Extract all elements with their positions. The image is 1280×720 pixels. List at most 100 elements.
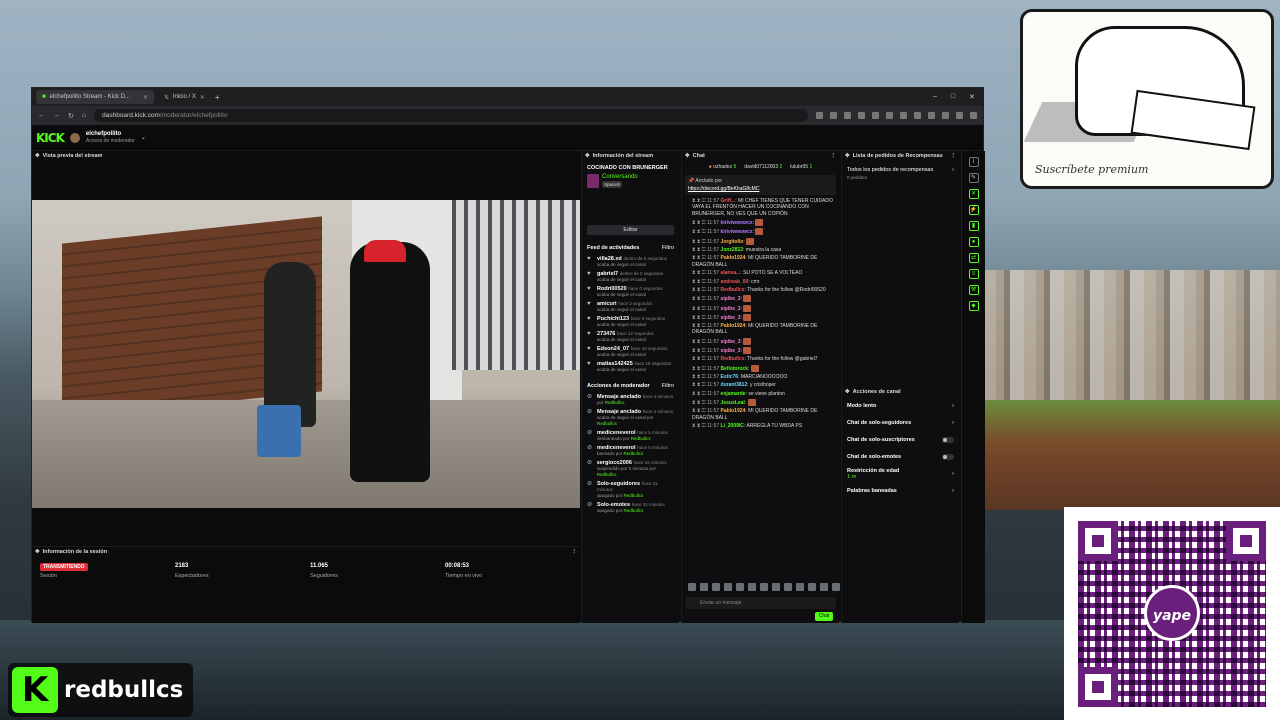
extension-icon[interactable] bbox=[886, 112, 893, 119]
tool-icon[interactable]: ≡ bbox=[968, 269, 979, 279]
channel-action-item[interactable]: Chat de solo-emotes bbox=[842, 448, 959, 465]
list-item[interactable]: ♥ matias142425 hace 16 segundos acaba de s… bbox=[587, 361, 674, 373]
chat-message[interactable]: ⧗ ⧗ ◫ 11:57 sipibe_3: bbox=[682, 337, 839, 346]
list-item[interactable]: ♥ gabriel7 dentro de 2 segundos acaba de s… bbox=[587, 271, 674, 283]
more-icon[interactable]: ⋮ bbox=[831, 153, 837, 159]
channel-action-item[interactable]: Restricción de edad 1 m › bbox=[842, 465, 959, 482]
chat-message[interactable]: ⧗ ⧗ ◫ 11:57 sipibe_3: bbox=[682, 304, 839, 313]
list-item[interactable]: ⊘ sergioco2006 hace 15 minutos suspendido … bbox=[587, 460, 674, 478]
kick-logo[interactable]: KICK bbox=[36, 131, 65, 145]
emote-icon[interactable] bbox=[700, 583, 708, 591]
message-username[interactable]: sipibe_3 bbox=[721, 315, 741, 321]
message-username[interactable]: kiriviwwowcx bbox=[721, 229, 753, 235]
chat-message[interactable]: ⧗ ⧗ ◫ 11:57 alansa...: SU POTO SE A VOLT… bbox=[682, 269, 839, 277]
mod-tools-icon[interactable]: ⧗ ⧗ ◫ bbox=[692, 423, 707, 429]
mod-tools-icon[interactable]: ⧗ ⧗ ◫ bbox=[692, 279, 707, 285]
send-chat-button[interactable]: Chat bbox=[815, 612, 833, 621]
edit-button[interactable]: Editar bbox=[587, 225, 674, 235]
message-username[interactable]: Jorgitollo bbox=[721, 239, 744, 245]
filter-button[interactable]: Filtro bbox=[662, 245, 674, 251]
mod-tools-icon[interactable]: ⧗ ⧗ ◫ bbox=[692, 408, 707, 414]
home-icon[interactable]: ⌂ bbox=[82, 112, 86, 119]
extension-icon[interactable] bbox=[900, 112, 907, 119]
mod-tools-icon[interactable]: ⧗ ⧗ ◫ bbox=[692, 247, 707, 253]
chat-message[interactable]: ⧗ ⧗ ◫ 11:57 sipibe_3: bbox=[682, 346, 839, 355]
pencil-icon[interactable]: ✎ bbox=[968, 173, 979, 183]
list-item[interactable]: ⊘ Mensaje anclado hace 4 minutos acaba de … bbox=[587, 409, 674, 427]
list-item[interactable]: ♥ Edson24_07 hace 16 segundos acaba de seg… bbox=[587, 346, 674, 358]
extension-icon[interactable] bbox=[970, 112, 977, 119]
emote-icon[interactable] bbox=[724, 583, 732, 591]
wrench-icon[interactable]: ⚒ bbox=[968, 285, 979, 295]
chat-message[interactable]: ⧗ ⧗ ◫ 11:57 eojamarde: se viene planton bbox=[682, 390, 839, 398]
mod-tools-icon[interactable]: ⧗ ⧗ ◫ bbox=[692, 339, 707, 345]
chat-message[interactable]: ⧗ ⧗ ◫ 11:57 sipibe_3: bbox=[682, 294, 839, 303]
tool-icon[interactable]: ✕ bbox=[968, 189, 979, 199]
chat-message[interactable]: ⧗ ⧗ ◫ 11:57 Li_2009IC: ARREGLA TU WBDA P… bbox=[682, 422, 839, 430]
new-tab-button[interactable]: + bbox=[215, 93, 220, 102]
emote-icon[interactable] bbox=[760, 583, 768, 591]
mod-tools-icon[interactable]: ⧗ ⧗ ◫ bbox=[692, 287, 707, 293]
url-field[interactable]: dashboard.kick.com/moderator/elchefpolli… bbox=[94, 109, 808, 122]
chat-message[interactable]: ⧗ ⧗ ◫ 11:57 Jonz2812: muestra la casa bbox=[682, 246, 839, 254]
channel-action-item[interactable]: Modo lento › bbox=[842, 397, 959, 414]
extension-icon[interactable] bbox=[942, 112, 949, 119]
emote-icon[interactable] bbox=[784, 583, 792, 591]
pinned-link[interactable]: https://discord.gg/BeKhaG8cMC bbox=[688, 186, 833, 192]
tool-icon[interactable]: ⇄ bbox=[968, 253, 979, 263]
list-item[interactable]: ⊘ mediceneverol hace 5 minutos baneado por… bbox=[587, 445, 674, 457]
tool-icon[interactable]: ⚡ bbox=[968, 205, 979, 215]
chat-message[interactable]: ⧗ ⧗ ◫ 11:57 Pablo1924: MI QUERIDO TAMBOR… bbox=[682, 407, 839, 422]
mod-tools-icon[interactable]: ⧗ ⧗ ◫ bbox=[692, 400, 707, 406]
extension-icon[interactable] bbox=[956, 112, 963, 119]
mod-tools-icon[interactable]: ⧗ ⧗ ◫ bbox=[692, 382, 707, 388]
message-username[interactable]: sipibe_3 bbox=[721, 305, 741, 311]
list-item[interactable]: ♥ Rodri00520 hace 0 segundos acaba de segu… bbox=[587, 286, 674, 298]
chat-message[interactable]: ⧗ ⧗ ◫ 11:57 Pablo1924: MI QUERIDO TAMBOR… bbox=[682, 254, 839, 269]
mod-tools-icon[interactable]: ⧗ ⧗ ◫ bbox=[692, 348, 707, 354]
message-username[interactable]: durant3812 bbox=[721, 382, 748, 388]
message-username[interactable]: Jonz2812 bbox=[721, 247, 744, 253]
toggle-switch[interactable] bbox=[942, 453, 954, 460]
filter-button[interactable]: Filtro bbox=[662, 383, 674, 389]
list-item[interactable]: ♥ amicuri hace 2 segundos acaba de seguir … bbox=[587, 301, 674, 313]
channel-action-item[interactable]: Chat de solo-seguidores › bbox=[842, 414, 959, 431]
drag-icon[interactable]: ✥ bbox=[845, 153, 850, 159]
extension-icon[interactable] bbox=[830, 112, 837, 119]
channel-action-item[interactable]: Chat de solo-suscriptores bbox=[842, 431, 959, 448]
chat-message[interactable]: ⧗ ⧗ ◫ 11:57 sipibe_3: bbox=[682, 313, 839, 322]
chat-message[interactable]: ⧗ ⧗ ◫ 11:57 Redbullcs: Thanks for the fo… bbox=[682, 286, 839, 294]
chat-message[interactable]: ⧗ ⧗ ◫ 11:57 Redbullcs: Thanks for the fo… bbox=[682, 355, 839, 363]
mod-tools-icon[interactable]: ⧗ ⧗ ◫ bbox=[692, 356, 707, 362]
list-item[interactable]: ⊘ Solo-emotes hace 31 minutos apagado por … bbox=[587, 502, 674, 514]
chat-message[interactable]: ⧗ ⧗ ◫ 11:57 kiriviwwowcx: bbox=[682, 227, 839, 236]
chat-message[interactable]: ⧗ ⧗ ◫ 11:57 andreab_00: cmr bbox=[682, 278, 839, 286]
emote-icon[interactable] bbox=[736, 583, 744, 591]
list-item[interactable]: ♥ villa28.xd dentro de 5 segundos acaba de… bbox=[587, 256, 674, 268]
chat-message[interactable]: ⧗ ⧗ ◫ 11:57 Griff...: MI CHEF TIENES QUE… bbox=[682, 197, 839, 218]
drag-icon[interactable]: ✥ bbox=[35, 549, 40, 555]
emote-icon[interactable] bbox=[688, 583, 696, 591]
pinned-message[interactable]: 📌 Anclado por https://discord.gg/BeKhaG8… bbox=[685, 175, 836, 195]
message-username[interactable]: Bellotorock bbox=[721, 366, 749, 372]
message-username[interactable]: Pablo1924 bbox=[721, 408, 746, 414]
drag-icon[interactable]: ✥ bbox=[685, 153, 690, 159]
message-username[interactable]: Li_2009IC bbox=[721, 423, 744, 429]
message-username[interactable]: andreab_00 bbox=[721, 279, 749, 285]
mod-tools-icon[interactable]: ⧗ ⧗ ◫ bbox=[692, 374, 707, 380]
tool-icon[interactable]: ▮ bbox=[968, 221, 979, 231]
mod-tools-icon[interactable]: ⧗ ⧗ ◫ bbox=[692, 255, 707, 261]
mod-tools-icon[interactable]: ⧗ ⧗ ◫ bbox=[692, 270, 707, 276]
tab-kick[interactable]: ■ elchefpollito Stream - Kick D... ✕ bbox=[36, 90, 154, 104]
emote-icon[interactable] bbox=[808, 583, 816, 591]
message-username[interactable]: Estic76 bbox=[721, 374, 739, 380]
emote-icon[interactable] bbox=[796, 583, 804, 591]
drag-icon[interactable]: ✥ bbox=[845, 389, 850, 395]
more-icon[interactable]: ⋮ bbox=[572, 549, 578, 555]
mod-tools-icon[interactable]: ⧗ ⧗ ◫ bbox=[692, 229, 707, 235]
channel-info[interactable]: elchefpollito Acceso de moderador bbox=[86, 131, 135, 145]
extension-icon[interactable] bbox=[858, 112, 865, 119]
chat-message[interactable]: ⧗ ⧗ ◫ 11:57 Pablo1924: MI QUERIDO TAMBOR… bbox=[682, 322, 839, 337]
chat-icon[interactable]: ● bbox=[968, 237, 979, 247]
tool-icon[interactable]: ⬥ bbox=[968, 301, 979, 311]
